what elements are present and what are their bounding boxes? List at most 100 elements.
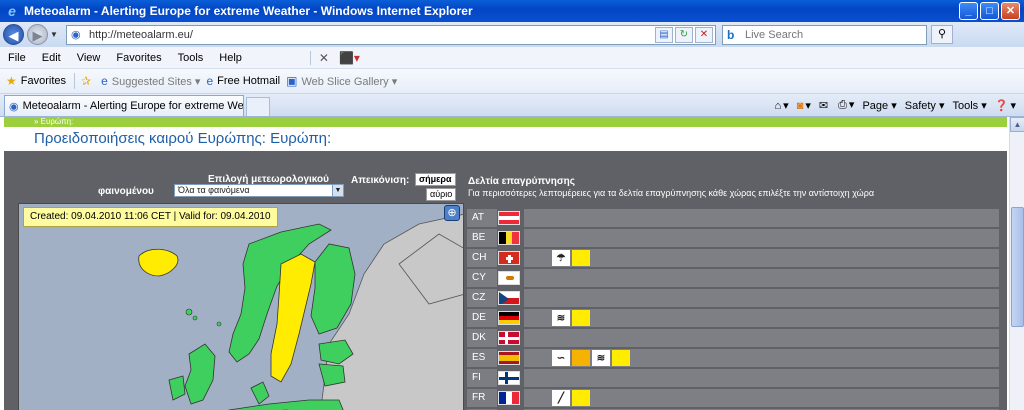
flag-es-icon[interactable] [498, 351, 520, 365]
warning-level-yellow[interactable] [572, 390, 590, 406]
country-bulletin-table: ATBECH☂CYCZDE≋DKES∽≋FIFR╱GRϟ [467, 209, 999, 410]
country-code[interactable]: FI [467, 369, 497, 387]
tab-meteoalarm[interactable]: ◉ Meteoalarm - Alerting Europe for extre… [4, 95, 244, 116]
new-tab-button[interactable] [246, 97, 270, 116]
country-code[interactable]: CH [467, 249, 497, 267]
scroll-up-arrow-icon[interactable]: ▲ [1010, 117, 1024, 132]
close-button[interactable]: ✕ [1001, 2, 1020, 20]
country-row-fr[interactable]: FR ╱ [467, 389, 999, 409]
country-code[interactable]: ES [467, 349, 497, 367]
close-toolbar-icon[interactable]: ✕ [319, 51, 329, 65]
warning-level-yellow[interactable] [572, 310, 590, 326]
flag-fi-icon[interactable] [498, 371, 520, 385]
flag-fr-icon[interactable] [498, 391, 520, 405]
refresh-button[interactable]: ↻ [675, 26, 693, 43]
minimize-button[interactable]: _ [959, 2, 978, 20]
tab-page-icon: ◉ [9, 100, 19, 113]
country-row-cz[interactable]: CZ [467, 289, 999, 309]
address-bar[interactable]: ◉ http://meteoalarm.eu/ ▤ ↻ ✕ [66, 24, 716, 45]
tomorrow-button[interactable]: αύριο [426, 188, 457, 201]
search-input[interactable] [745, 28, 895, 41]
scroll-thumb[interactable] [1011, 207, 1024, 327]
recent-pages-dropdown[interactable]: ▼ [48, 30, 60, 39]
country-code[interactable]: CZ [467, 289, 497, 307]
warning-bar [524, 329, 999, 347]
print-button[interactable]: ⎙ ▾ [838, 98, 854, 112]
menu-help[interactable]: Help [211, 52, 250, 64]
free-hotmail-link[interactable]: e Free Hotmail [206, 74, 280, 88]
maximize-button[interactable]: □ [980, 2, 999, 20]
flag-at-icon[interactable] [498, 211, 520, 225]
warning-level-orange[interactable] [572, 350, 590, 366]
title-bar: e Meteoalarm - Alerting Europe for extre… [0, 0, 1024, 22]
europe-warning-map[interactable]: Created: 09.04.2010 11:06 CET | Valid fo… [18, 203, 464, 410]
flag-cz-icon[interactable] [498, 291, 520, 305]
feeds-button[interactable]: ◙ ▾ [797, 99, 811, 112]
menu-favorites[interactable]: Favorites [108, 52, 169, 64]
warning-type-icon[interactable]: ╱ [552, 390, 570, 406]
read-mail-button[interactable]: ✉ [819, 99, 830, 112]
addon-toolbar-icon[interactable]: ⬛▾ [339, 51, 360, 65]
add-favorite-button[interactable]: ✰ [81, 74, 95, 88]
forward-button[interactable]: ▶ [27, 24, 48, 45]
tab-strip: ◉ Meteoalarm - Alerting Europe for extre… [0, 94, 1024, 117]
safety-menu[interactable]: Safety ▾ [905, 99, 945, 112]
warning-type-icon[interactable]: ∽ [552, 350, 570, 366]
warning-panel: Επιλογή μετεωρολογικού φαινομένου Όλα τα… [4, 151, 1007, 410]
search-box[interactable]: b [722, 24, 927, 45]
country-code[interactable]: BE [467, 229, 497, 247]
flag-cy-icon[interactable] [498, 271, 520, 285]
warning-level-yellow[interactable] [612, 350, 630, 366]
warning-type-icon[interactable]: ☂ [552, 250, 570, 266]
country-code[interactable]: AT [467, 209, 497, 227]
map-info-box: Created: 09.04.2010 11:06 CET | Valid fo… [23, 207, 278, 227]
country-code[interactable]: FR [467, 389, 497, 407]
menu-view[interactable]: View [69, 52, 109, 64]
warning-bar: ╱ [524, 389, 999, 407]
chevron-down-icon[interactable]: ▼ [332, 185, 343, 196]
favorites-button[interactable]: ★ Favorites [6, 74, 66, 88]
country-row-be[interactable]: BE [467, 229, 999, 249]
help-menu[interactable]: ❓ ▾ [995, 99, 1016, 112]
today-button[interactable]: σήμερα [415, 173, 456, 186]
url-text[interactable]: http://meteoalarm.eu/ [89, 29, 655, 41]
page-scrollbar[interactable]: ▲ [1009, 117, 1024, 410]
country-row-fi[interactable]: FI [467, 369, 999, 389]
suggested-sites-link[interactable]: e Suggested Sites ▾ [101, 74, 200, 88]
page-icon: ◉ [71, 28, 81, 41]
flag-dk-icon[interactable] [498, 331, 520, 345]
phenomenon-select[interactable]: Όλα τα φαινόμενα ▼ [174, 184, 344, 197]
tools-menu[interactable]: Tools ▾ [953, 99, 987, 112]
zoom-icon[interactable]: ⊕ [444, 205, 460, 221]
flag-de-icon[interactable] [498, 311, 520, 325]
warning-level-yellow[interactable] [572, 250, 590, 266]
home-button[interactable]: ⌂ ▾ [775, 99, 789, 112]
menu-edit[interactable]: Edit [34, 52, 69, 64]
country-row-ch[interactable]: CH ☂ [467, 249, 999, 269]
favorites-label: Favorites [20, 75, 67, 87]
menu-tools[interactable]: Tools [170, 52, 212, 64]
menu-file[interactable]: File [0, 52, 34, 64]
country-row-de[interactable]: DE ≋ [467, 309, 999, 329]
back-button[interactable]: ◀ [3, 24, 24, 45]
country-code[interactable]: DK [467, 329, 497, 347]
flag-ch-icon[interactable] [498, 251, 520, 265]
web-slice-gallery-link[interactable]: ▣ Web Slice Gallery ▾ [286, 74, 397, 88]
country-row-es[interactable]: ES ∽ ≋ [467, 349, 999, 369]
compatibility-view-button[interactable]: ▤ [655, 26, 673, 43]
stop-button[interactable]: ✕ [695, 26, 713, 43]
tab-label: Meteoalarm - Alerting Europe for extreme… [22, 100, 244, 112]
warning-bar: ≋ [524, 309, 999, 327]
breadcrumb[interactable]: » Ευρώπη: [4, 117, 1007, 127]
flag-be-icon[interactable] [498, 231, 520, 245]
country-row-at[interactable]: AT [467, 209, 999, 229]
country-row-dk[interactable]: DK [467, 329, 999, 349]
warning-type-icon[interactable]: ≋ [552, 310, 570, 326]
warning-type-icon[interactable]: ≋ [592, 350, 610, 366]
country-code[interactable]: CY [467, 269, 497, 287]
country-code[interactable]: DE [467, 309, 497, 327]
page-menu[interactable]: Page ▾ [862, 99, 896, 112]
search-button[interactable]: ⚲ [931, 25, 953, 44]
country-row-cy[interactable]: CY [467, 269, 999, 289]
warning-bar [524, 209, 999, 227]
